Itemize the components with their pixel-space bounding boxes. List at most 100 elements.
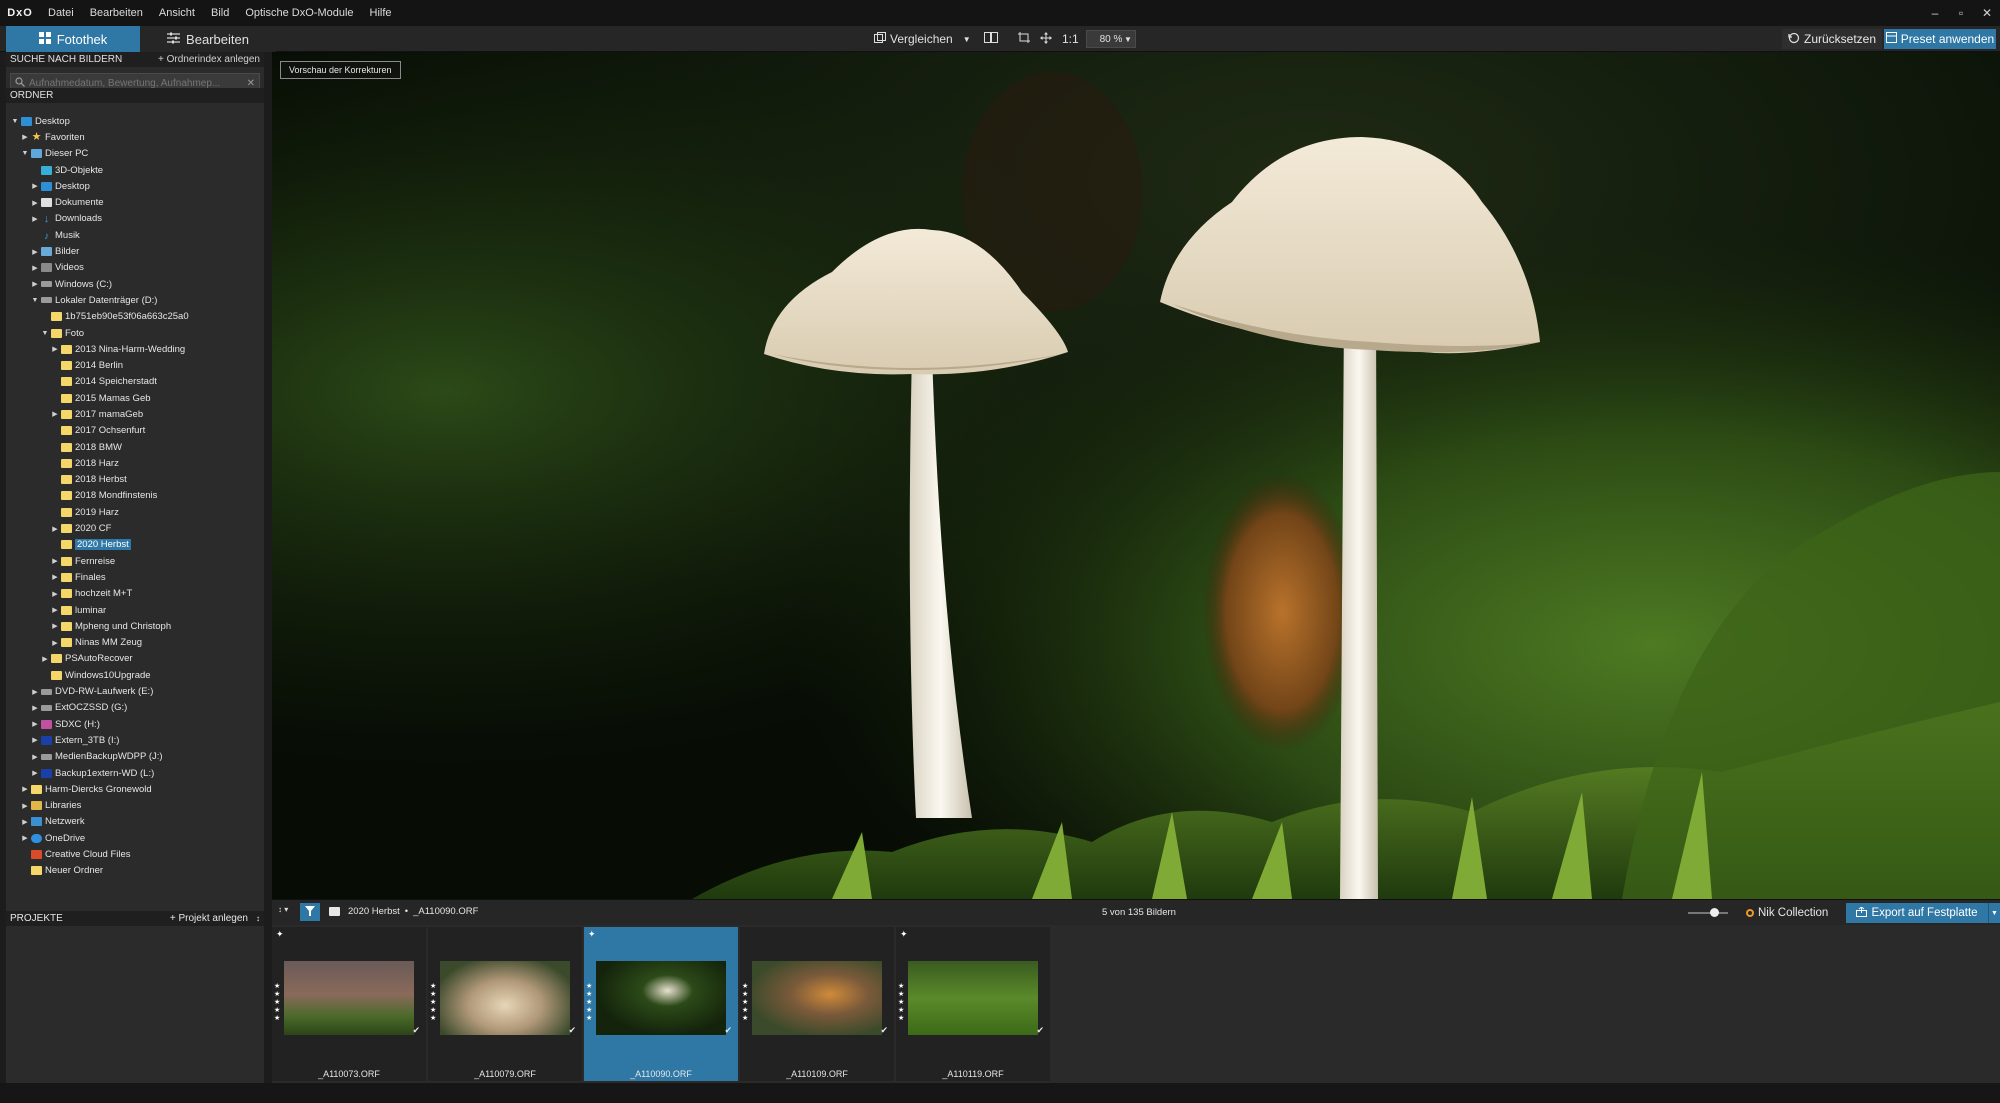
expand-right-icon[interactable]: ▶ (30, 769, 40, 777)
expand-right-icon[interactable]: ▶ (20, 133, 30, 141)
thumbnail-selected[interactable]: ✦ ★ ★ ★ ★ ★ ✔ _A110090.ORF (584, 927, 738, 1081)
expand-right-icon[interactable]: ▶ (40, 655, 50, 663)
tree-item[interactable]: 2017 Ochsenfurt (6, 423, 264, 439)
thumbnail-size-slider[interactable] (1688, 908, 1728, 917)
tree-item[interactable]: 2018 BMW (6, 439, 264, 455)
tree-item[interactable]: ▶ hochzeit M+T (6, 586, 264, 602)
menu-help[interactable]: Hilfe (362, 0, 400, 26)
export-button[interactable]: Export auf Festplatte (1846, 903, 1988, 923)
tree-item[interactable]: ▶ ExtOCZSSD (G:) (6, 700, 264, 716)
tree-item[interactable]: ▶ Finales (6, 569, 264, 585)
tree-item[interactable]: 2015 Mamas Geb (6, 390, 264, 406)
tree-item[interactable]: ▶ MedienBackupWDPP (J:) (6, 749, 264, 765)
tree-item[interactable]: ▶ Harm-Diercks Gronewold (6, 781, 264, 797)
tree-item[interactable]: 2014 Speicherstadt (6, 374, 264, 390)
search-input[interactable] (29, 77, 243, 89)
expand-right-icon[interactable]: ▶ (30, 753, 40, 761)
add-folder-index-link[interactable]: + Ordnerindex anlegen (158, 54, 260, 65)
tree-item[interactable]: ▶ Libraries (6, 797, 264, 813)
tree-item[interactable]: ▶ 2020 CF (6, 520, 264, 536)
expand-right-icon[interactable]: ▶ (50, 606, 60, 614)
tree-item[interactable]: Windows10Upgrade (6, 667, 264, 683)
tree-item[interactable]: ▶ Bilder (6, 243, 264, 259)
tree-item[interactable]: 2018 Mondfinstenis (6, 488, 264, 504)
minimize-button[interactable]: – (1922, 0, 1948, 26)
expand-right-icon[interactable]: ▶ (30, 182, 40, 190)
expand-down-icon[interactable]: ▼ (40, 330, 50, 337)
nik-collection-button[interactable]: Nik Collection (1742, 903, 1832, 923)
preview-corrections-label[interactable]: Vorschau der Korrekturen (280, 61, 401, 79)
tree-item[interactable]: Neuer Ordner (6, 863, 264, 879)
reset-button[interactable]: Zurücksetzen (1782, 29, 1883, 49)
tab-edit[interactable]: Bearbeiten (140, 26, 276, 52)
tree-item[interactable]: ▶ Netzwerk (6, 814, 264, 830)
expand-right-icon[interactable]: ▶ (50, 345, 60, 353)
expand-down-icon[interactable]: ▼ (10, 118, 20, 125)
thumbnail[interactable]: ✦ ★ ★ ★ ★ ★ ✔ _A110119.ORF (896, 927, 1050, 1081)
expand-right-icon[interactable]: ▶ (30, 704, 40, 712)
tree-item[interactable]: ▶ 2013 Nina-Harm-Wedding (6, 341, 264, 357)
tree-item[interactable]: ▶ Dokumente (6, 194, 264, 210)
tree-item[interactable]: ▶ DVD-RW-Laufwerk (E:) (6, 683, 264, 699)
expand-right-icon[interactable]: ▶ (30, 688, 40, 696)
tree-item[interactable]: ▼ Foto (6, 325, 264, 341)
tree-item[interactable]: ♪ Musik (6, 227, 264, 243)
apply-preset-button[interactable]: Preset anwenden (1884, 29, 1996, 49)
expand-right-icon[interactable]: ▶ (50, 410, 60, 418)
sort-order-icon[interactable]: ↕ ▾ (278, 905, 288, 914)
menu-optical-modules[interactable]: Optische DxO-Module (237, 0, 361, 26)
expand-right-icon[interactable]: ▶ (50, 557, 60, 565)
expand-right-icon[interactable]: ▶ (30, 264, 40, 272)
menu-edit[interactable]: Bearbeiten (82, 0, 151, 26)
tree-item[interactable]: 2018 Herbst (6, 472, 264, 488)
tree-item[interactable]: ▶ Ninas MM Zeug (6, 635, 264, 651)
breadcrumb-folder[interactable]: 2020 Herbst (348, 906, 400, 917)
expand-right-icon[interactable]: ▶ (20, 834, 30, 842)
expand-right-icon[interactable]: ▶ (20, 818, 30, 826)
tree-item[interactable]: 2014 Berlin (6, 357, 264, 373)
expand-right-icon[interactable]: ▶ (30, 736, 40, 744)
maximize-button[interactable]: ▫ (1948, 0, 1974, 26)
tree-item[interactable]: ▶ Mpheng und Christoph (6, 618, 264, 634)
expand-down-icon[interactable]: ▼ (20, 150, 30, 157)
expand-right-icon[interactable]: ▶ (20, 785, 30, 793)
compare-button[interactable]: Vergleichen ▼ (874, 29, 971, 49)
slider-handle[interactable] (1710, 908, 1719, 917)
expand-right-icon[interactable]: ▶ (50, 573, 60, 581)
zoom-chevron-down-icon[interactable]: ▼ (1124, 29, 1132, 49)
expand-right-icon[interactable]: ▶ (30, 248, 40, 256)
tree-item[interactable]: ▶ OneDrive (6, 830, 264, 846)
tree-item[interactable]: ▼ Dieser PC (6, 146, 264, 162)
tree-item[interactable]: ▶ Fernreise (6, 553, 264, 569)
close-button[interactable]: ✕ (1974, 0, 2000, 26)
expand-down-icon[interactable]: ▼ (30, 297, 40, 304)
expand-right-icon[interactable]: ▶ (30, 280, 40, 288)
tree-item[interactable]: ▶ SDXC (H:) (6, 716, 264, 732)
tree-item[interactable]: ▼ Desktop (6, 113, 264, 129)
tree-item[interactable]: ▶ ★ Favoriten (6, 129, 264, 145)
expand-right-icon[interactable]: ▶ (50, 590, 60, 598)
clear-search-icon[interactable]: ✕ (247, 78, 255, 89)
thumbnail[interactable]: ★ ★ ★ ★ ★ ✔ _A110109.ORF (740, 927, 894, 1081)
menu-image[interactable]: Bild (203, 0, 237, 26)
tree-item[interactable]: ▶ Videos (6, 260, 264, 276)
tree-item[interactable]: 3D-Objekte (6, 162, 264, 178)
tree-item[interactable]: 2019 Harz (6, 504, 264, 520)
tree-item[interactable]: ▶ Extern_3TB (I:) (6, 732, 264, 748)
tree-item[interactable]: ▶ Backup1extern-WD (L:) (6, 765, 264, 781)
menu-view[interactable]: Ansicht (151, 0, 203, 26)
tree-item[interactable]: 2018 Harz (6, 455, 264, 471)
one-to-one-button[interactable]: 1:1 (1062, 29, 1079, 49)
tree-item[interactable]: ▶ 2017 mamaGeb (6, 406, 264, 422)
menu-file[interactable]: Datei (40, 0, 82, 26)
expand-right-icon[interactable]: ▶ (30, 215, 40, 223)
tab-library[interactable]: Fotothek (6, 26, 140, 52)
crop-button[interactable] (1018, 29, 1030, 49)
export-menu-chevron-icon[interactable]: ▼ (1988, 903, 2000, 923)
expand-right-icon[interactable]: ▶ (20, 802, 30, 810)
tree-item[interactable]: ▶ Desktop (6, 178, 264, 194)
thumbnail[interactable]: ★ ★ ★ ★ ★ ✔ _A110079.ORF (428, 927, 582, 1081)
expand-right-icon[interactable]: ▶ (30, 720, 40, 728)
thumbnail[interactable]: ✦ ★ ★ ★ ★ ★ ✔ _A110073.ORF (272, 927, 426, 1081)
tree-item[interactable]: ▶ PSAutoRecover (6, 651, 264, 667)
